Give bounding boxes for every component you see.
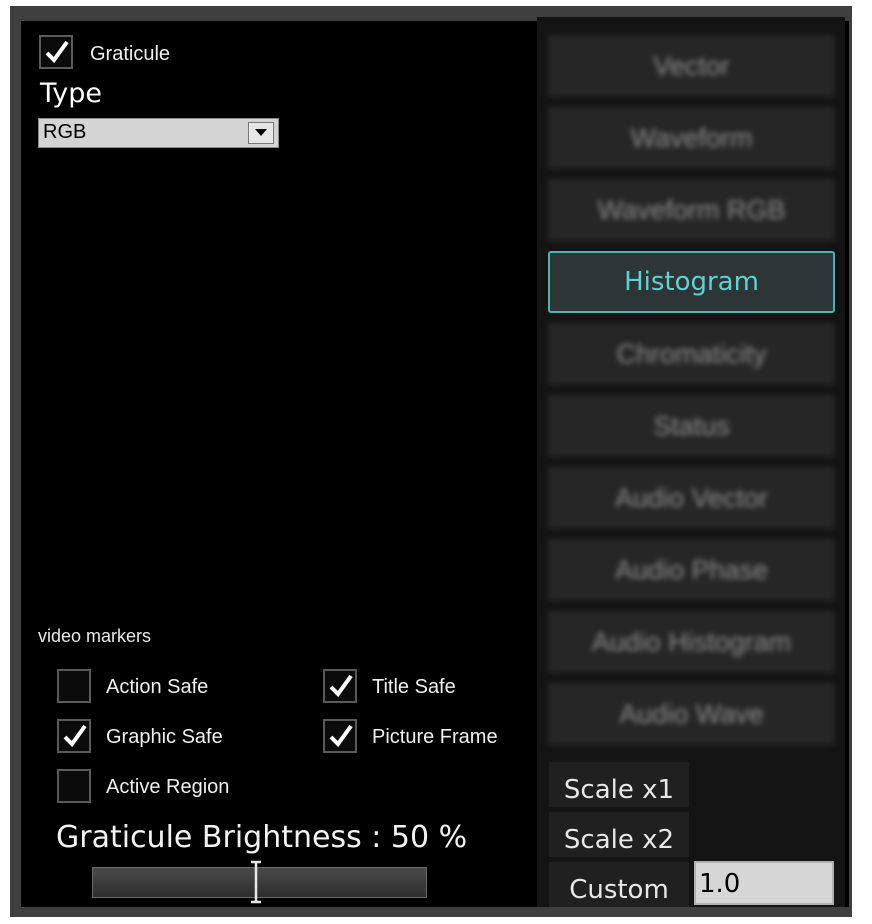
picture-frame-label: Picture Frame bbox=[372, 726, 498, 748]
mode-button-waveform[interactable]: Waveform bbox=[548, 107, 835, 169]
graphic-safe-label: Graphic Safe bbox=[106, 726, 223, 748]
scale-x2-button[interactable]: Scale x2 bbox=[549, 812, 689, 857]
custom-scale-button[interactable]: Custom bbox=[549, 862, 689, 907]
graticule-brightness-label: Graticule Brightness : 50 % bbox=[56, 820, 468, 855]
mode-button-audio-vector[interactable]: Audio Vector bbox=[548, 467, 835, 529]
checkmark-icon bbox=[329, 724, 353, 748]
title-safe-checkbox[interactable] bbox=[323, 669, 357, 703]
mode-button-audio-histogram[interactable]: Audio Histogram bbox=[548, 611, 835, 673]
checkmark-icon bbox=[329, 674, 353, 698]
mode-button-status[interactable]: Status bbox=[548, 395, 835, 457]
dropdown-arrow-icon[interactable] bbox=[248, 122, 274, 144]
graphic-safe-checkbox[interactable] bbox=[57, 719, 91, 753]
checkmark-icon bbox=[63, 724, 87, 748]
mode-button-audio-wave[interactable]: Audio Wave bbox=[548, 683, 835, 745]
mode-button-waveform-rgb[interactable]: Waveform RGB bbox=[548, 179, 835, 241]
graticule-label: Graticule bbox=[90, 43, 171, 65]
video-markers-label: video markers bbox=[38, 626, 152, 646]
type-dropdown[interactable]: RGB bbox=[38, 118, 279, 148]
mode-button-chromaticity[interactable]: Chromaticity bbox=[548, 323, 835, 385]
checkmark-icon bbox=[45, 40, 69, 64]
title-safe-label: Title Safe bbox=[372, 676, 456, 698]
scale-x1-button[interactable]: Scale x1 bbox=[549, 762, 689, 807]
custom-scale-input[interactable]: 1.0 bbox=[694, 861, 834, 905]
brightness-slider-handle[interactable] bbox=[250, 860, 262, 904]
action-safe-checkbox[interactable] bbox=[57, 669, 91, 703]
mode-button-histogram[interactable]: Histogram bbox=[548, 251, 835, 313]
active-region-label: Active Region bbox=[106, 776, 230, 798]
active-region-checkbox[interactable] bbox=[57, 769, 91, 803]
picture-frame-checkbox[interactable] bbox=[323, 719, 357, 753]
mode-button-audio-phase[interactable]: Audio Phase bbox=[548, 539, 835, 601]
graticule-checkbox[interactable] bbox=[39, 35, 73, 69]
mode-button-vector[interactable]: Vector bbox=[548, 35, 835, 97]
action-safe-label: Action Safe bbox=[106, 676, 209, 698]
type-dropdown-value: RGB bbox=[43, 121, 87, 143]
type-label: Type bbox=[40, 78, 103, 109]
